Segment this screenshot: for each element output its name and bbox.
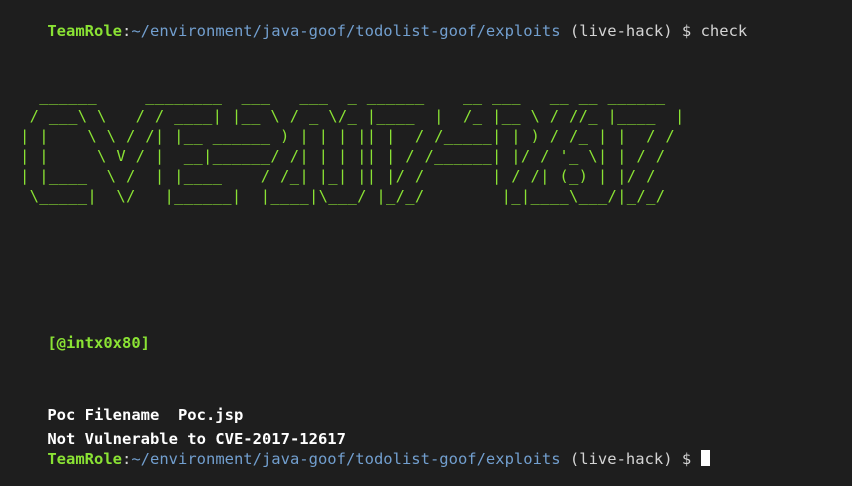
next-prompt-separator: : [121,450,132,468]
prompt-path: ~/environment/java-goof/todolist-goof/ex… [131,22,561,40]
prompt-separator: : [121,22,132,40]
command-prompt-line: TeamRole:~/environment/java-goof/todolis… [10,4,747,40]
author-handle: [@intx0x80] [10,316,150,352]
prompt-command: check [700,22,748,40]
prompt-user: TeamRole [47,22,122,40]
cve-ascii-banner: ______ ________ ___ ___ _ ______ __ ___ … [20,87,685,205]
next-prompt-user: TeamRole [47,450,122,468]
prompt-symbol: $ [681,22,701,40]
prompt-venv: (live-hack) [560,22,682,40]
next-prompt-line[interactable]: TeamRole:~/environment/java-goof/todolis… [10,432,710,468]
text-cursor[interactable] [700,450,710,466]
next-prompt-venv: (live-hack) [560,450,682,468]
vulnerability-status-line: Not Vulnerable to CVE-2017-12617 [10,412,346,448]
poc-filename-line: Poc Filename Poc.jsp [10,388,243,424]
terminal-window[interactable]: TeamRole:~/environment/java-goof/todolis… [0,0,852,468]
author-handle-text: [@intx0x80] [47,334,150,352]
next-prompt-path: ~/environment/java-goof/todolist-goof/ex… [131,450,561,468]
next-prompt-symbol: $ [681,450,701,468]
